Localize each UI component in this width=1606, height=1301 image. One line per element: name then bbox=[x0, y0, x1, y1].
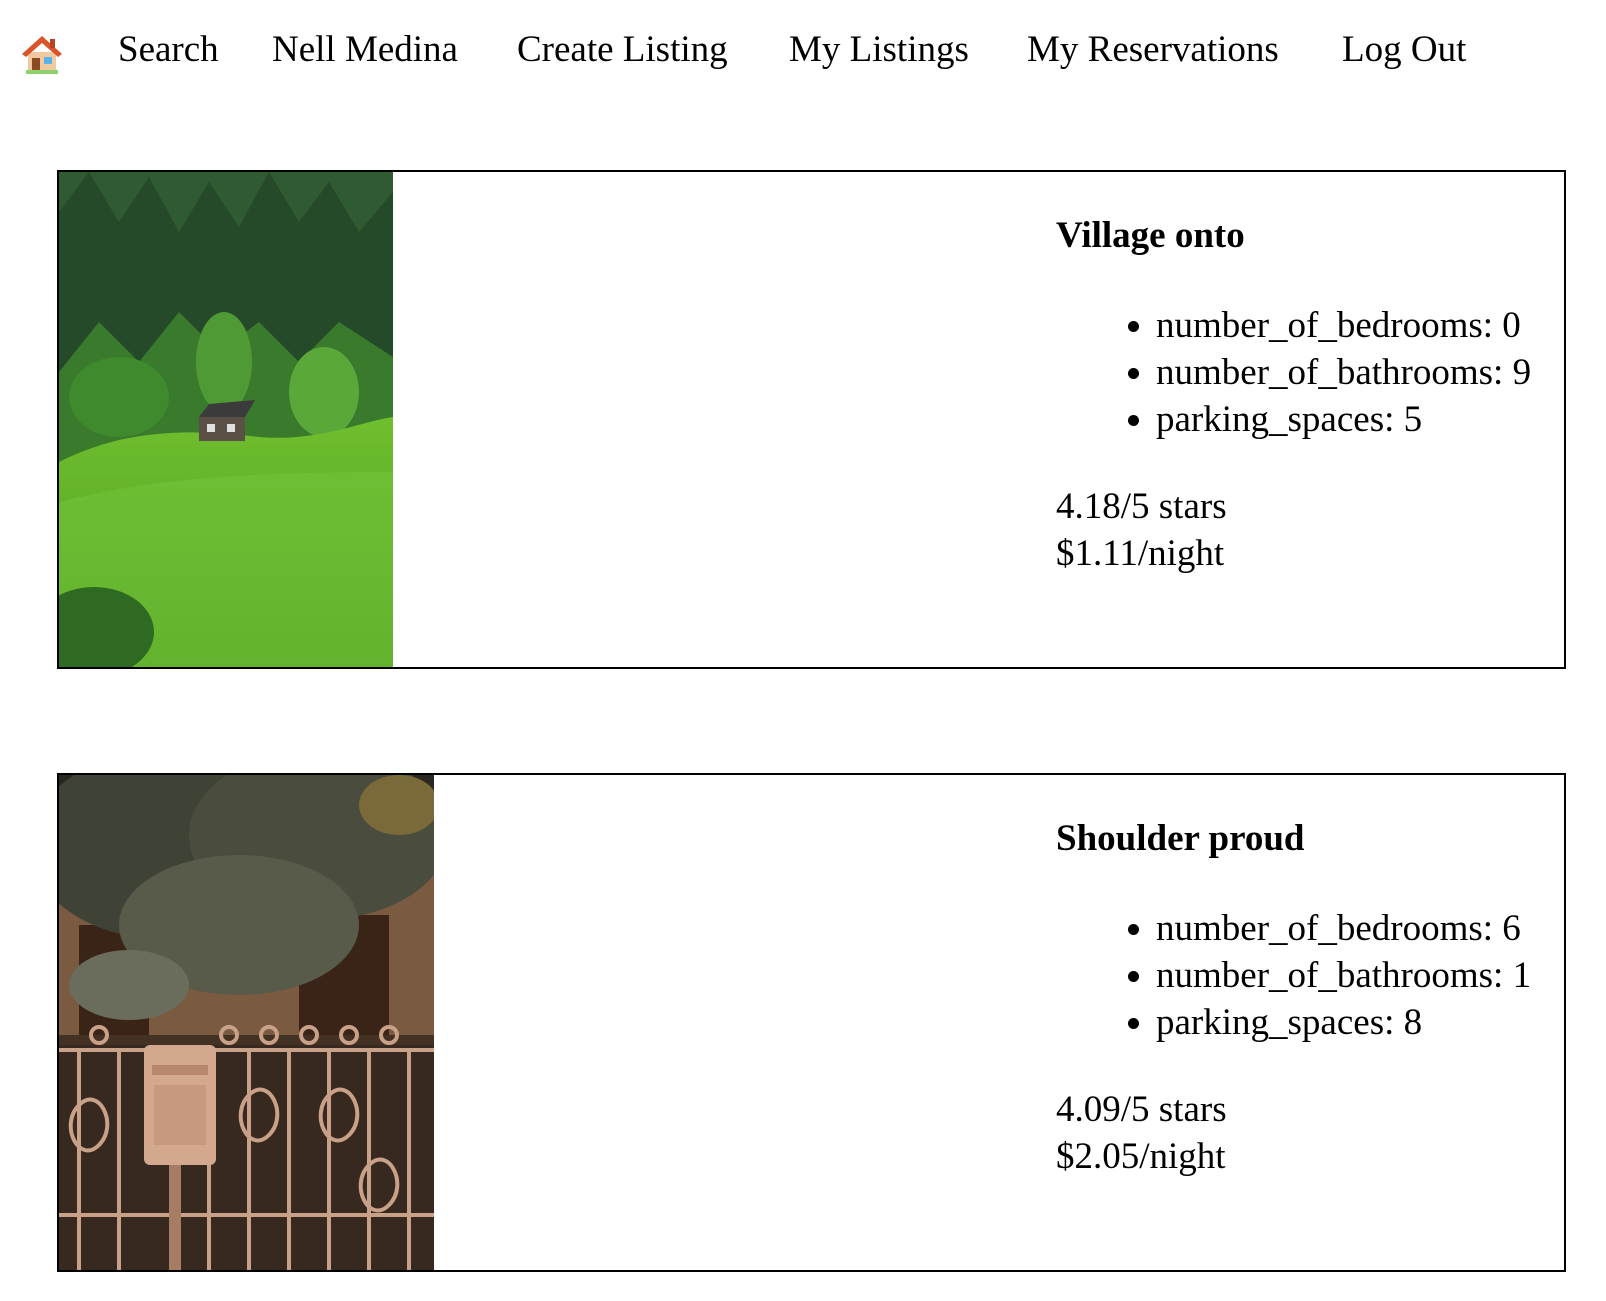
nav-create-listing-link[interactable]: Create Listing bbox=[517, 26, 728, 74]
nav-log-out-link[interactable]: Log Out bbox=[1342, 26, 1466, 74]
feature-parking: parking_spaces: 5 bbox=[1156, 396, 1531, 443]
listing-price: $1.11/night bbox=[1056, 533, 1225, 574]
listing-features: number_of_bedrooms: 6 number_of_bathroom… bbox=[1056, 905, 1531, 1046]
listing-rating: 4.09/5 stars bbox=[1056, 1089, 1227, 1130]
listing-card[interactable]: Shoulder proud number_of_bedrooms: 6 num… bbox=[57, 773, 1566, 1272]
listing-price: $2.05/night bbox=[1056, 1136, 1226, 1177]
nav-profile-link[interactable]: Nell Medina bbox=[272, 26, 458, 74]
feature-bedrooms: number_of_bedrooms: 6 bbox=[1156, 905, 1531, 952]
nav-my-reservations-link[interactable]: My Reservations bbox=[1027, 26, 1279, 74]
listing-card[interactable]: Village onto number_of_bedrooms: 0 numbe… bbox=[57, 170, 1566, 669]
listing-rating: 4.18/5 stars bbox=[1056, 486, 1227, 527]
listing-photo bbox=[59, 172, 393, 667]
listing-title: Village onto bbox=[1056, 215, 1245, 256]
home-link[interactable] bbox=[20, 32, 64, 76]
house-icon bbox=[22, 36, 62, 74]
listing-title: Shoulder proud bbox=[1056, 818, 1305, 859]
feature-bathrooms: number_of_bathrooms: 9 bbox=[1156, 349, 1531, 396]
listing-features: number_of_bedrooms: 0 number_of_bathroom… bbox=[1056, 302, 1531, 443]
top-nav: Search Nell Medina Create Listing My Lis… bbox=[0, 0, 1606, 100]
nav-search-link[interactable]: Search bbox=[118, 26, 219, 74]
feature-bedrooms: number_of_bedrooms: 0 bbox=[1156, 302, 1531, 349]
nav-my-listings-link[interactable]: My Listings bbox=[789, 26, 969, 74]
feature-parking: parking_spaces: 8 bbox=[1156, 999, 1531, 1046]
feature-bathrooms: number_of_bathrooms: 1 bbox=[1156, 952, 1531, 999]
listing-photo bbox=[59, 775, 434, 1270]
